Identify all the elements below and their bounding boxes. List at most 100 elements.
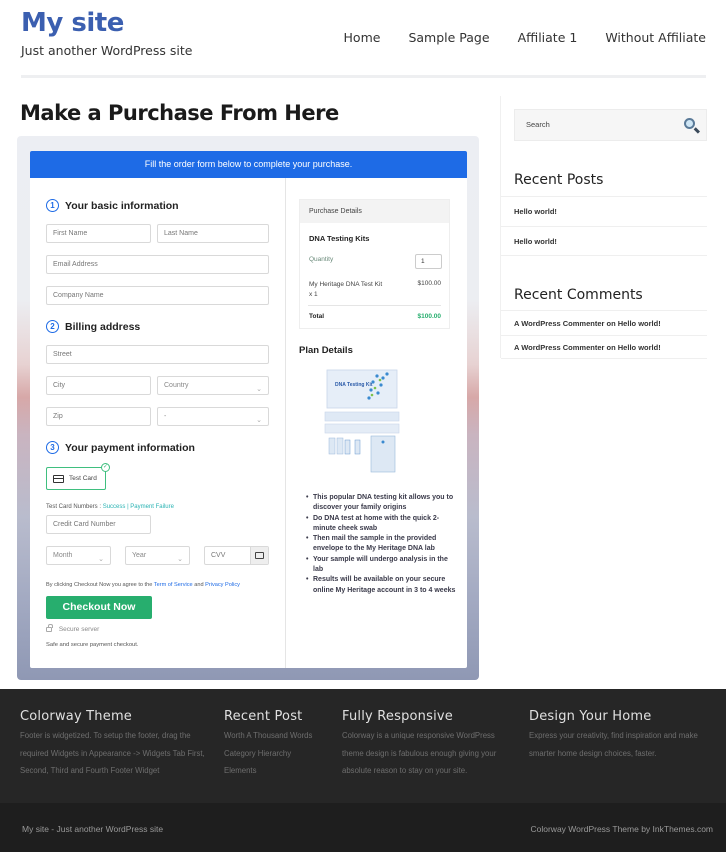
footer-site-credit: My site - Just another WordPress site <box>22 824 164 834</box>
plan-bullet: Results will be available on your secure… <box>306 575 456 596</box>
item-name: My Heritage DNA Test Kit x 1 <box>309 280 382 300</box>
dna-kit-product-image: DNA Testing Kit <box>324 369 400 473</box>
chevron-down-icon: ⌄ <box>177 556 183 563</box>
recent-comment-link[interactable]: A WordPress Commenter on Hello world! <box>501 310 707 335</box>
footer-col-design-your-home: Design Your Home Express your creativity… <box>529 709 721 762</box>
plan-bullet: This popular DNA testing kit allows you … <box>306 493 456 514</box>
footer-col-title: Fully Responsive <box>342 709 453 724</box>
form-banner: Fill the order form below to complete yo… <box>30 151 467 178</box>
divider <box>308 305 441 306</box>
street-input[interactable]: Street <box>46 345 269 364</box>
step-number-icon: 1 <box>46 199 59 212</box>
card-number-input[interactable]: Credit Card Number <box>46 515 151 534</box>
product-group-title: DNA Testing Kits <box>309 234 370 243</box>
privacy-link[interactable]: Privacy Policy <box>205 582 240 588</box>
step-number-icon: 3 <box>46 441 59 454</box>
checkout-form: Fill the order form below to complete yo… <box>30 151 467 668</box>
recent-post-link[interactable]: Hello world! <box>501 226 707 256</box>
form-left-column: 1 Your basic information First Name Last… <box>30 178 286 668</box>
footer-theme-credit-link[interactable]: Colorway WordPress Theme by InkThemes.co… <box>531 824 714 834</box>
footer-col-text: Express your creativity, find inspiratio… <box>529 731 698 758</box>
footer-col-colorway-theme: Colorway Theme Footer is widgetized. To … <box>20 709 215 780</box>
secure-server-label: Secure server <box>58 626 100 633</box>
total-label: Total <box>309 313 325 320</box>
step-number-icon: 2 <box>46 320 59 333</box>
year-select[interactable]: Year ⌄ <box>125 546 190 565</box>
city-input[interactable]: City <box>46 376 151 395</box>
page-title: Make a Purchase From Here <box>20 101 339 125</box>
test-card-label: Test Card Numbers : <box>46 504 102 510</box>
footer-col-title: Recent Post <box>224 709 303 724</box>
footer-col-text: Colorway is a unique responsive WordPres… <box>342 731 497 775</box>
quantity-input[interactable]: 1 <box>415 254 442 269</box>
chevron-down-icon: ⌄ <box>98 556 104 563</box>
site-header: My site Just another WordPress site Home… <box>0 0 726 80</box>
footer-col-recent-post: Recent Post Worth A Thousand Words Categ… <box>224 709 334 780</box>
cvv-placeholder: CVV <box>211 552 226 559</box>
nav-item-sample-page[interactable]: Sample Page <box>408 30 489 45</box>
country-select-value: Country <box>164 382 189 389</box>
email-input[interactable]: Email Address <box>46 255 269 274</box>
total-value: $100.00 <box>417 313 442 320</box>
terms-link[interactable]: Term of Service <box>154 582 193 588</box>
safe-checkout-note: Safe and secure payment checkout. <box>46 642 139 648</box>
zip-input[interactable]: Zip <box>46 407 151 426</box>
country-select[interactable]: Country ⌄ <box>157 376 269 395</box>
main-nav: Home Sample Page Affiliate 1 Without Aff… <box>316 30 706 45</box>
footer-post-link[interactable]: Elements <box>224 766 257 775</box>
terms-agreement: By clicking Checkout Now you agree to th… <box>46 582 240 588</box>
site-title[interactable]: My site <box>21 8 124 38</box>
nav-item-without-affiliate[interactable]: Without Affiliate <box>605 30 706 45</box>
secure-server: Secure server <box>46 624 100 633</box>
footer-col-title: Design Your Home <box>529 709 652 724</box>
step-payment-heading: 3 Your payment information <box>46 441 195 454</box>
state-select[interactable]: - ⌄ <box>157 407 269 426</box>
search-input[interactable]: Search <box>514 109 707 141</box>
month-select-value: Month <box>53 552 73 559</box>
header-divider <box>21 75 706 78</box>
checkout-now-button[interactable]: Checkout Now <box>46 596 152 619</box>
item-price: $100.00 <box>417 280 442 287</box>
form-right-column: Purchase Details DNA Testing Kits Quanti… <box>286 178 467 668</box>
cvv-card-icon <box>250 547 268 564</box>
recent-comment-link[interactable]: A WordPress Commenter on Hello world! <box>501 335 707 359</box>
purchase-details-box: Purchase Details DNA Testing Kits Quanti… <box>299 199 450 329</box>
item-quantity-line: x 1 <box>309 291 318 298</box>
quantity-label: Quantity <box>309 256 334 263</box>
footer-post-link[interactable]: Category Hierarchy <box>224 749 291 758</box>
first-name-input[interactable]: First Name <box>46 224 151 243</box>
search-icon[interactable] <box>684 118 695 129</box>
cvv-input[interactable]: CVV <box>204 546 269 565</box>
test-failure-link[interactable]: Payment Failure <box>130 504 174 510</box>
month-select[interactable]: Month ⌄ <box>46 546 111 565</box>
footer-col-fully-responsive: Fully Responsive Colorway is a unique re… <box>342 709 517 780</box>
check-icon: ✓ <box>101 463 110 472</box>
agree-and: and <box>194 582 204 588</box>
plan-bullet: Do DNA test at home with the quick 2-min… <box>306 514 456 535</box>
year-select-value: Year <box>132 552 147 559</box>
payment-method-label: Test Card <box>69 475 97 482</box>
nav-item-affiliate-1[interactable]: Affiliate 1 <box>518 30 578 45</box>
footer-post-link[interactable]: Worth A Thousand Words <box>224 731 312 740</box>
purchase-details-header: Purchase Details <box>300 200 449 223</box>
state-select-value: - <box>164 413 167 420</box>
recent-post-link[interactable]: Hello world! <box>501 196 707 226</box>
step-title: Billing address <box>65 320 141 333</box>
chevron-down-icon: ⌄ <box>256 417 262 424</box>
footer-widgets: Colorway Theme Footer is widgetized. To … <box>0 689 726 803</box>
sidebar: Search Recent Posts Hello world! Hello w… <box>500 96 707 359</box>
company-input[interactable]: Company Name <box>46 286 269 305</box>
plan-details-list: This popular DNA testing kit allows you … <box>306 493 456 596</box>
plan-bullet: Your sample will undergo analysis in the… <box>306 555 456 576</box>
kit-box-label: DNA Testing Kit <box>335 382 373 388</box>
step-billing-heading: 2 Billing address <box>46 320 140 333</box>
recent-comments-title: Recent Comments <box>514 287 643 303</box>
plan-details-title: Plan Details <box>299 345 353 356</box>
agree-text: By clicking Checkout Now you agree to th… <box>46 582 153 588</box>
test-success-link[interactable]: Success <box>103 504 126 510</box>
last-name-input[interactable]: Last Name <box>157 224 269 243</box>
separator: | <box>127 504 129 510</box>
payment-method-test-card[interactable]: Test Card ✓ <box>46 463 110 490</box>
test-card-numbers: Test Card Numbers : Success | Payment Fa… <box>46 504 174 510</box>
nav-item-home[interactable]: Home <box>344 30 381 45</box>
